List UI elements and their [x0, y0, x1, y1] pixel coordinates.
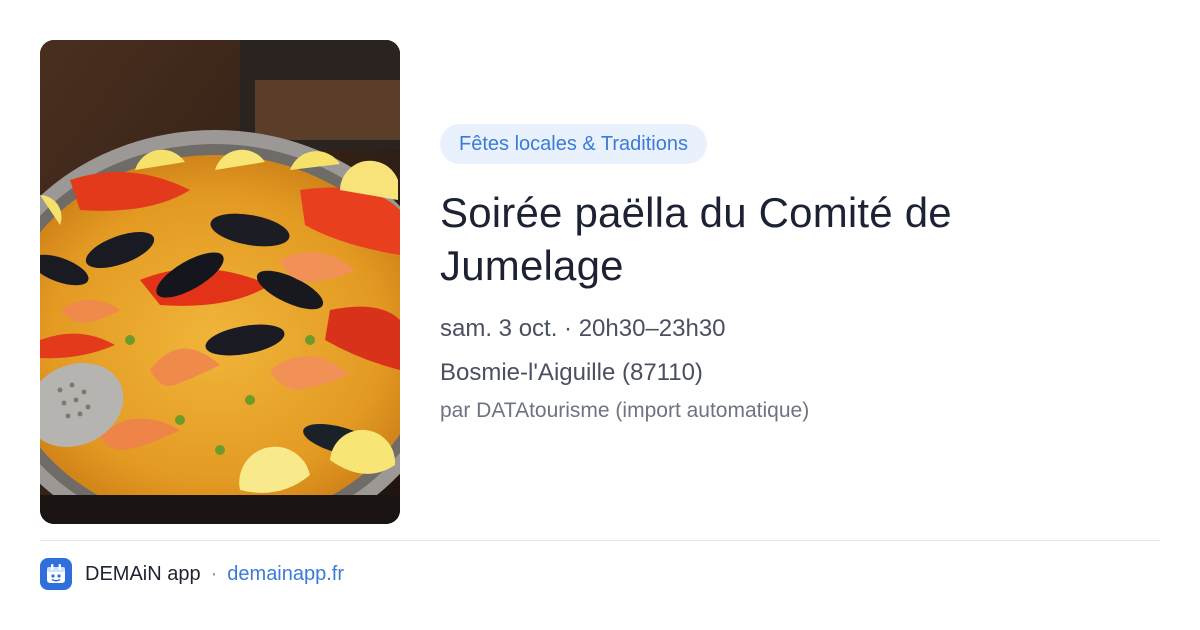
- calendar-app-icon: [40, 558, 72, 590]
- app-name: DEMAiN app: [85, 562, 201, 585]
- event-photo: [40, 40, 400, 524]
- event-info: Fêtes locales & Traditions Soirée paëlla…: [440, 124, 1140, 425]
- footer: DEMAiN app · demainapp.fr: [40, 558, 344, 590]
- event-date-time: sam. 3 oct. · 20h30–23h30: [440, 315, 726, 342]
- event-source: par DATAtourisme (import automatique): [440, 399, 810, 422]
- category-badge[interactable]: Fêtes locales & Traditions: [440, 124, 707, 164]
- event-title: Soirée paëlla du Comité de Jumelage: [440, 189, 952, 289]
- footer-divider: [40, 540, 1160, 541]
- paella-image: [40, 40, 400, 524]
- footer-separator: ·: [210, 562, 218, 585]
- event-location: Bosmie-l'Aiguille (87110): [440, 359, 703, 386]
- app-url-link[interactable]: demainapp.fr: [227, 563, 344, 586]
